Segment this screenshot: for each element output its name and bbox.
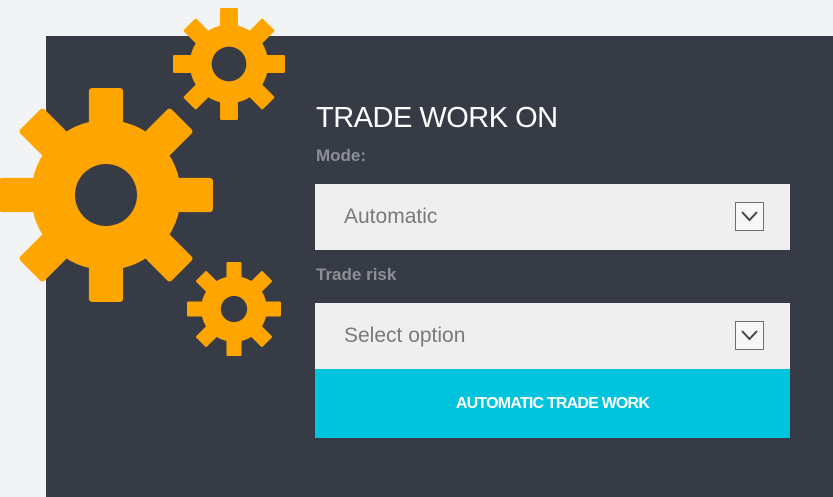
small-gear-bottom-icon: [187, 262, 281, 356]
panel-title: TRADE WORK ON: [316, 102, 558, 134]
trade-risk-label: Trade risk: [316, 265, 397, 284]
small-gear-top-icon: [173, 8, 285, 120]
mode-select[interactable]: Automatic: [315, 184, 790, 250]
chevron-down-icon[interactable]: [735, 202, 764, 231]
mode-label: Mode:: [316, 146, 367, 165]
large-gear-icon: [0, 87, 213, 302]
mode-select-value: Automatic: [344, 205, 438, 228]
gears-icon: [0, 8, 285, 356]
trade-risk-select[interactable]: Select option: [315, 303, 790, 369]
automatic-trade-work-button[interactable]: AUTOMATIC TRADE WORK: [315, 369, 790, 438]
trade-risk-select-value: Select option: [344, 324, 466, 347]
chevron-down-icon[interactable]: [735, 321, 764, 350]
